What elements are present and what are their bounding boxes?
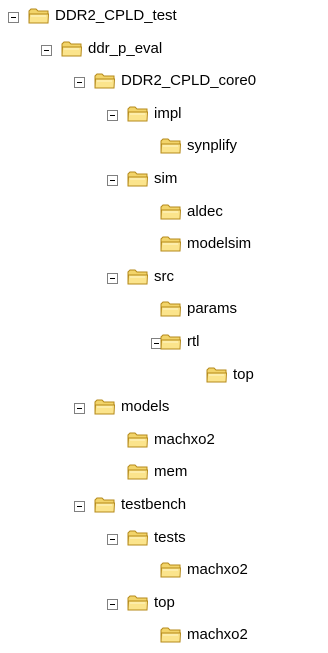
- folder-label: params: [187, 300, 238, 318]
- tree-node[interactable]: machxo2: [0, 424, 328, 458]
- folder-icon: [160, 236, 182, 252]
- folder-icon: [160, 334, 182, 350]
- minus-icon: [77, 408, 82, 410]
- folder-label: mem: [154, 463, 188, 481]
- folder-label: machxo2: [154, 430, 215, 448]
- folder-label: sim: [154, 170, 178, 187]
- folder-tree: DDR2_CPLD_test ddr_p_eval DDR2_CPLD_core0i…: [0, 0, 328, 653]
- folder-icon: [127, 171, 149, 187]
- folder-icon: [160, 204, 182, 220]
- folder-label: ddr_p_eval: [88, 39, 163, 57]
- collapse-toggle[interactable]: [74, 403, 85, 415]
- tree-node[interactable]: sim: [0, 163, 328, 197]
- folder-label: machxo2: [187, 626, 248, 644]
- minus-icon: [11, 17, 16, 18]
- folder-label: machxo2: [187, 561, 248, 579]
- collapse-toggle[interactable]: [107, 272, 118, 284]
- minus-icon: [77, 506, 82, 507]
- collapse-toggle[interactable]: [107, 598, 118, 610]
- minus-icon: [154, 343, 159, 344]
- folder-label: top: [233, 365, 254, 383]
- folder-icon: [127, 530, 149, 546]
- tree-node[interactable]: machxo2: [0, 554, 328, 588]
- folder-icon: [127, 432, 149, 448]
- collapse-toggle[interactable]: [74, 501, 85, 512]
- folder-icon: [127, 106, 149, 122]
- tree-node[interactable]: DDR2_CPLD_core0: [0, 65, 328, 99]
- folder-icon: [160, 138, 182, 154]
- folder-icon: [61, 41, 83, 57]
- collapse-toggle[interactable]: [107, 175, 118, 186]
- tree-node[interactable]: mem: [0, 456, 328, 490]
- collapse-toggle[interactable]: [8, 12, 19, 23]
- folder-icon: [206, 367, 228, 383]
- tree-node[interactable]: DDR2_CPLD_test: [0, 0, 328, 34]
- collapse-toggle[interactable]: [74, 77, 85, 89]
- tree-node[interactable]: tests: [0, 522, 328, 556]
- tree-node[interactable]: rtl: [0, 326, 328, 360]
- tree-node[interactable]: aldec: [0, 196, 328, 230]
- tree-node[interactable]: impl: [0, 98, 328, 132]
- minus-icon: [110, 538, 115, 540]
- folder-icon: [94, 73, 116, 89]
- tree-node[interactable]: src: [0, 261, 328, 295]
- folder-label: aldec: [187, 202, 223, 220]
- folder-label: top: [154, 593, 175, 611]
- folder-icon: [127, 269, 149, 285]
- tree-node[interactable]: testbench: [0, 489, 328, 523]
- tree-node[interactable]: params: [0, 293, 328, 327]
- tree-node[interactable]: machxo2: [0, 619, 328, 653]
- collapse-toggle[interactable]: [41, 44, 52, 56]
- folder-label: tests: [154, 528, 186, 546]
- minus-icon: [110, 180, 115, 181]
- collapse-toggle[interactable]: [107, 533, 118, 545]
- tree-node[interactable]: models: [0, 391, 328, 425]
- folder-icon: [127, 595, 149, 611]
- tree-node[interactable]: top: [0, 359, 328, 393]
- minus-icon: [77, 82, 82, 84]
- minus-icon: [44, 49, 49, 51]
- folder-icon: [160, 301, 182, 317]
- folder-icon: [127, 464, 149, 480]
- folder-label: src: [154, 267, 174, 285]
- folder-label: DDR2_CPLD_core0: [121, 72, 257, 90]
- folder-label: DDR2_CPLD_test: [55, 7, 177, 24]
- folder-icon: [160, 562, 182, 578]
- minus-icon: [110, 114, 115, 116]
- minus-icon: [110, 277, 115, 279]
- folder-label: synplify: [187, 137, 238, 155]
- tree-node[interactable]: synplify: [0, 130, 328, 164]
- tree-node[interactable]: top: [0, 587, 328, 621]
- folder-label: impl: [154, 104, 182, 122]
- folder-icon: [94, 399, 116, 415]
- folder-label: models: [121, 398, 170, 416]
- tree-node[interactable]: ddr_p_eval: [0, 33, 328, 67]
- folder-label: testbench: [121, 496, 187, 513]
- folder-icon: [94, 497, 116, 513]
- folder-icon: [28, 8, 50, 24]
- collapse-toggle[interactable]: [107, 109, 118, 121]
- minus-icon: [110, 603, 115, 605]
- tree-node[interactable]: modelsim: [0, 228, 328, 262]
- folder-label: rtl: [187, 333, 200, 350]
- folder-label: modelsim: [187, 235, 252, 253]
- folder-icon: [160, 627, 182, 643]
